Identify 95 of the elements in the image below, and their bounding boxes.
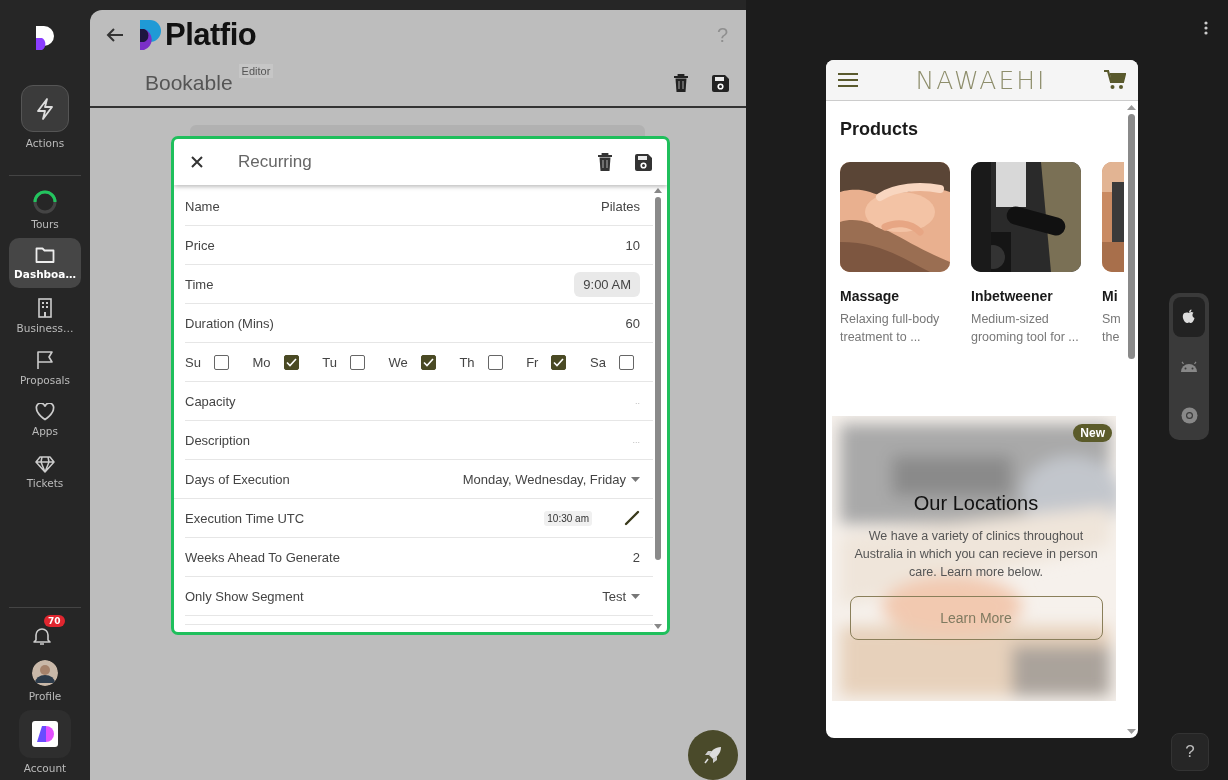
scroll-down-icon[interactable] (1126, 729, 1136, 734)
time-field[interactable]: 9:00 AM (574, 271, 640, 297)
checkbox[interactable] (487, 354, 503, 370)
product-description: Medium-sized grooming tool for ... (971, 311, 1080, 346)
sidebar-item[interactable]: Tours (9, 186, 81, 234)
scrollbar-thumb[interactable] (655, 197, 661, 560)
field-value[interactable]: 60 (625, 315, 640, 331)
trash-icon[interactable] (597, 152, 613, 172)
day-label: We (388, 354, 408, 370)
field-value[interactable]: 2 (632, 549, 640, 565)
profile-label: Profile (28, 690, 62, 702)
sidebar-item[interactable]: Dashboa… (9, 238, 81, 288)
logo-text: Platfio (165, 17, 257, 53)
field-label: Duration (Mins) (185, 315, 274, 331)
sidebar-item[interactable]: Apps (9, 396, 81, 444)
field-label: Only Show Segment (185, 588, 304, 604)
caret-icon (631, 593, 640, 599)
logo-icon[interactable] (34, 24, 56, 52)
product-name[interactable]: Massage (840, 288, 950, 304)
checkbox[interactable] (349, 354, 365, 370)
help-button[interactable]: ? (1171, 733, 1209, 771)
checkbox[interactable] (213, 354, 229, 370)
time-value: 10:30 am (544, 510, 592, 526)
checkbox[interactable] (551, 354, 567, 370)
lightning-icon (35, 97, 55, 120)
field-label: Description (185, 432, 251, 448)
caret-icon (631, 476, 640, 482)
promo-text: We have a variety of clinics throughout Australia in which you can recieve in person care. Learn more below. (853, 528, 1099, 581)
promo-title: Our Locations (913, 492, 1039, 515)
scroll-up-icon[interactable] (654, 188, 662, 193)
heart-icon (35, 403, 55, 421)
save-icon[interactable] (634, 152, 653, 172)
notification-badge: 70 (44, 615, 65, 627)
menu-icon[interactable] (838, 73, 858, 87)
page-title: Bookable (145, 71, 233, 95)
close-button[interactable] (190, 155, 204, 169)
scrollbar-thumb[interactable] (1127, 114, 1135, 359)
checkbox[interactable] (618, 354, 634, 370)
brand-logo: NAWAEHI (915, 65, 1047, 95)
field-label: Price (185, 237, 215, 253)
pencil-icon[interactable] (624, 510, 640, 526)
product-description: Sm the (1102, 311, 1122, 346)
product-name[interactable]: Inbetweener (971, 288, 1081, 304)
field-label: Days of Execution (185, 471, 290, 487)
day-label: Mo (252, 354, 271, 370)
field-label: Time (185, 276, 214, 292)
actions-label: Actions (25, 137, 65, 149)
field-value[interactable]: 10 (625, 237, 640, 253)
folder-icon (35, 246, 55, 264)
more-icon[interactable] (1204, 21, 1208, 35)
bell-icon[interactable] (33, 626, 51, 646)
flag-icon (36, 350, 54, 370)
day-label: Fr (526, 354, 539, 370)
sidebar-item[interactable]: Tickets (9, 448, 81, 496)
editor-tag: Editor (238, 64, 274, 78)
avatar-icon[interactable] (32, 660, 58, 686)
checkbox[interactable] (283, 354, 299, 370)
platform-button[interactable] (1173, 297, 1205, 337)
sidebar-item[interactable]: Business… (9, 292, 81, 340)
rocket-button[interactable] (688, 730, 738, 780)
section-title: Products (840, 119, 919, 140)
spinner-icon (33, 190, 57, 214)
actions-button[interactable] (21, 85, 69, 132)
day-label: Tu (322, 354, 337, 370)
day-label: Su (185, 354, 201, 370)
logo-icon (138, 19, 163, 51)
field-label: Capacity (185, 393, 236, 409)
account-label: Account (23, 762, 67, 774)
day-label: Sa (590, 354, 606, 370)
app-icon[interactable] (32, 721, 58, 747)
sidebar-item[interactable]: Proposals (9, 344, 81, 392)
dropdown[interactable]: Test (602, 588, 640, 604)
new-badge: New (1073, 424, 1112, 442)
back-icon[interactable] (106, 27, 124, 43)
product-description: Relaxing full-body treatment to ... (840, 311, 941, 346)
product-name[interactable]: Mi (1102, 288, 1124, 304)
field-label: Weeks Ahead To Generate (185, 549, 340, 565)
scroll-up-icon[interactable] (1126, 105, 1136, 110)
rocket-icon (703, 745, 723, 765)
day-label: Th (459, 354, 475, 370)
android-icon (1180, 360, 1198, 372)
save-icon[interactable] (711, 73, 730, 93)
chrome-icon (1180, 406, 1198, 424)
field-value[interactable]: Pilates (600, 198, 640, 214)
field-label: Name (185, 198, 220, 214)
building-icon (37, 298, 53, 318)
cart-icon[interactable] (1104, 70, 1126, 90)
dropdown[interactable]: Monday, Wednesday, Friday (462, 471, 640, 487)
diamond-icon (35, 455, 55, 473)
scroll-down-icon[interactable] (654, 624, 662, 629)
checkbox[interactable] (420, 354, 436, 370)
apple-icon (1182, 309, 1196, 325)
dialog-title: Recurring (238, 152, 312, 172)
trash-icon[interactable] (673, 73, 689, 93)
field-label: Execution Time UTC (185, 510, 305, 526)
